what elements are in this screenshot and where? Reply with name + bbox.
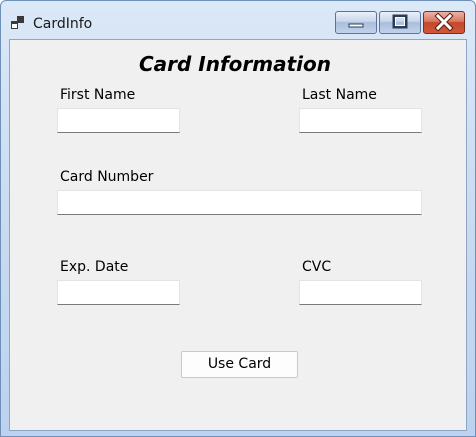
cvc-input[interactable] [299, 280, 422, 305]
use-card-button[interactable]: Use Card [181, 351, 298, 378]
maximize-icon [392, 14, 408, 29]
close-icon [434, 12, 454, 32]
minimize-icon [348, 23, 364, 28]
card-number-label: Card Number [60, 169, 154, 185]
form-heading: Card Information [138, 52, 332, 76]
last-name-input[interactable] [299, 108, 422, 133]
cardinfo-window: CardInfo Card Information First Name Las… [0, 0, 476, 437]
maximize-button[interactable] [379, 11, 421, 34]
window-title: CardInfo [33, 16, 93, 32]
exp-date-input[interactable] [57, 280, 180, 305]
card-number-input[interactable] [57, 190, 422, 215]
last-name-label: Last Name [302, 87, 377, 103]
exp-date-label: Exp. Date [60, 259, 129, 275]
title-bar[interactable]: CardInfo [1, 1, 475, 39]
first-name-label: First Name [60, 87, 136, 103]
first-name-input[interactable] [57, 108, 180, 133]
stacked-windows-icon[interactable] [10, 15, 26, 31]
cvc-label: CVC [302, 259, 332, 275]
close-button[interactable] [423, 11, 465, 34]
form-client-area: Card Information First Name Last Name Ca… [9, 39, 467, 431]
minimize-button[interactable] [335, 11, 377, 34]
